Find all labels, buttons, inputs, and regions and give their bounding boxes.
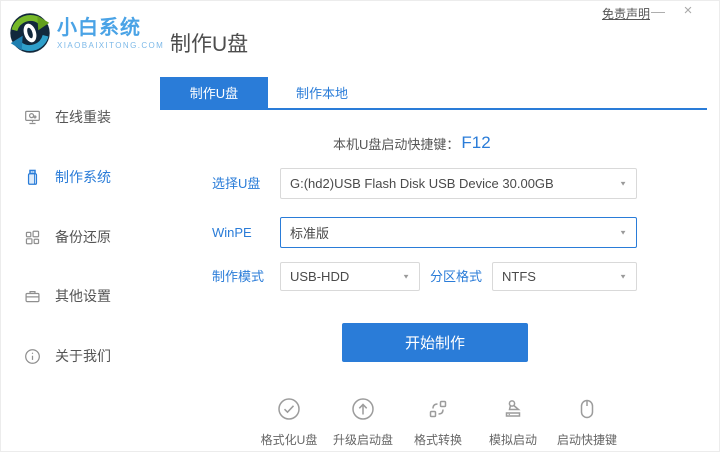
chevron-down-icon: ▼	[402, 272, 410, 281]
app-logo: 小白系统 XIAOBAIXITONG.COM	[8, 11, 164, 55]
sidebar-item-label: 其他设置	[55, 288, 111, 304]
backup-restore-icon	[24, 229, 41, 246]
usb-select-label: 选择U盘	[212, 176, 261, 191]
chevron-down-icon: ▼	[619, 228, 627, 237]
sidebar-item-online-reinstall[interactable]: 在线重装	[0, 103, 160, 131]
start-make-button[interactable]: 开始制作	[342, 323, 528, 362]
winpe-select-value: 标准版	[290, 226, 330, 241]
usb-select[interactable]: G:(hd2)USB Flash Disk USB Device 30.00GB…	[280, 168, 637, 199]
page-title: 制作U盘	[170, 33, 249, 56]
boot-hotkey-value: F12	[461, 133, 491, 152]
winpe-select-label: WinPE	[212, 225, 252, 240]
convert-icon	[425, 396, 451, 422]
chevron-down-icon: ▼	[619, 272, 627, 281]
sidebar-item-label: 备份还原	[55, 229, 111, 245]
brand-domain: XIAOBAIXITONG.COM	[57, 40, 165, 50]
tool-format-convert[interactable]: 格式转换	[396, 396, 480, 448]
make-mode-select[interactable]: USB-HDD ▼	[280, 262, 420, 291]
tool-simulate-boot[interactable]: 模拟启动	[471, 396, 555, 448]
tab-make-local[interactable]: 制作本地	[268, 77, 376, 110]
tool-upgrade-boot-disk[interactable]: 升级启动盘	[321, 396, 405, 448]
sidebar-item-label: 关于我们	[55, 348, 111, 364]
mouse-icon	[574, 396, 600, 422]
partition-format-label: 分区格式	[430, 269, 483, 284]
sidebar-item-backup-restore[interactable]: 备份还原	[0, 223, 160, 251]
sidebar-item-label: 制作系统	[55, 169, 111, 185]
tool-label: 格式化U盘	[260, 433, 318, 447]
tool-label: 升级启动盘	[332, 433, 393, 447]
sidebar-item-other-settings[interactable]: 其他设置	[0, 282, 160, 310]
tool-format-usb[interactable]: 格式化U盘	[247, 396, 331, 448]
upload-circle-icon	[350, 396, 376, 422]
sidebar-item-about-us[interactable]: 关于我们	[0, 342, 160, 370]
check-circle-icon	[276, 396, 302, 422]
tool-label: 启动快捷键	[556, 433, 617, 447]
brand-name: 小白系统	[57, 16, 141, 39]
usb-select-value: G:(hd2)USB Flash Disk USB Device 30.00GB	[290, 176, 554, 191]
tab-underline	[160, 108, 707, 110]
usb-drive-icon	[24, 169, 41, 186]
make-mode-label: 制作模式	[212, 269, 265, 284]
brand-logo-icon	[8, 11, 52, 55]
stamp-icon	[500, 396, 526, 422]
tool-label: 模拟启动	[488, 433, 537, 447]
tab-make-usb[interactable]: 制作U盘	[160, 77, 268, 110]
app-window: 免责声明 — × 小白系统 XIAOBAIXITONG.COM 制作U盘 在线重…	[0, 0, 720, 452]
partition-format-select[interactable]: NTFS ▼	[492, 262, 637, 291]
tool-label: 格式转换	[413, 433, 462, 447]
chevron-down-icon: ▼	[619, 179, 627, 188]
minimize-button[interactable]: —	[646, 0, 670, 24]
tool-boot-hotkey[interactable]: 启动快捷键	[545, 396, 629, 448]
monitor-reinstall-icon	[24, 109, 41, 126]
sidebar-item-make-system[interactable]: 制作系统	[0, 163, 160, 191]
close-button[interactable]: ×	[676, 0, 700, 24]
winpe-select[interactable]: 标准版 ▼	[280, 217, 637, 248]
boot-hotkey-line: 本机U盘启动快捷键： F12	[333, 131, 491, 155]
boot-hotkey-text: 本机U盘启动快捷键：	[333, 136, 460, 152]
settings-case-icon	[24, 288, 41, 305]
info-icon	[24, 348, 41, 365]
disclaimer-link[interactable]: 免责声明	[602, 5, 650, 22]
make-mode-value: USB-HDD	[290, 269, 350, 284]
sidebar-item-label: 在线重装	[55, 109, 111, 125]
partition-format-value: NTFS	[502, 269, 536, 284]
